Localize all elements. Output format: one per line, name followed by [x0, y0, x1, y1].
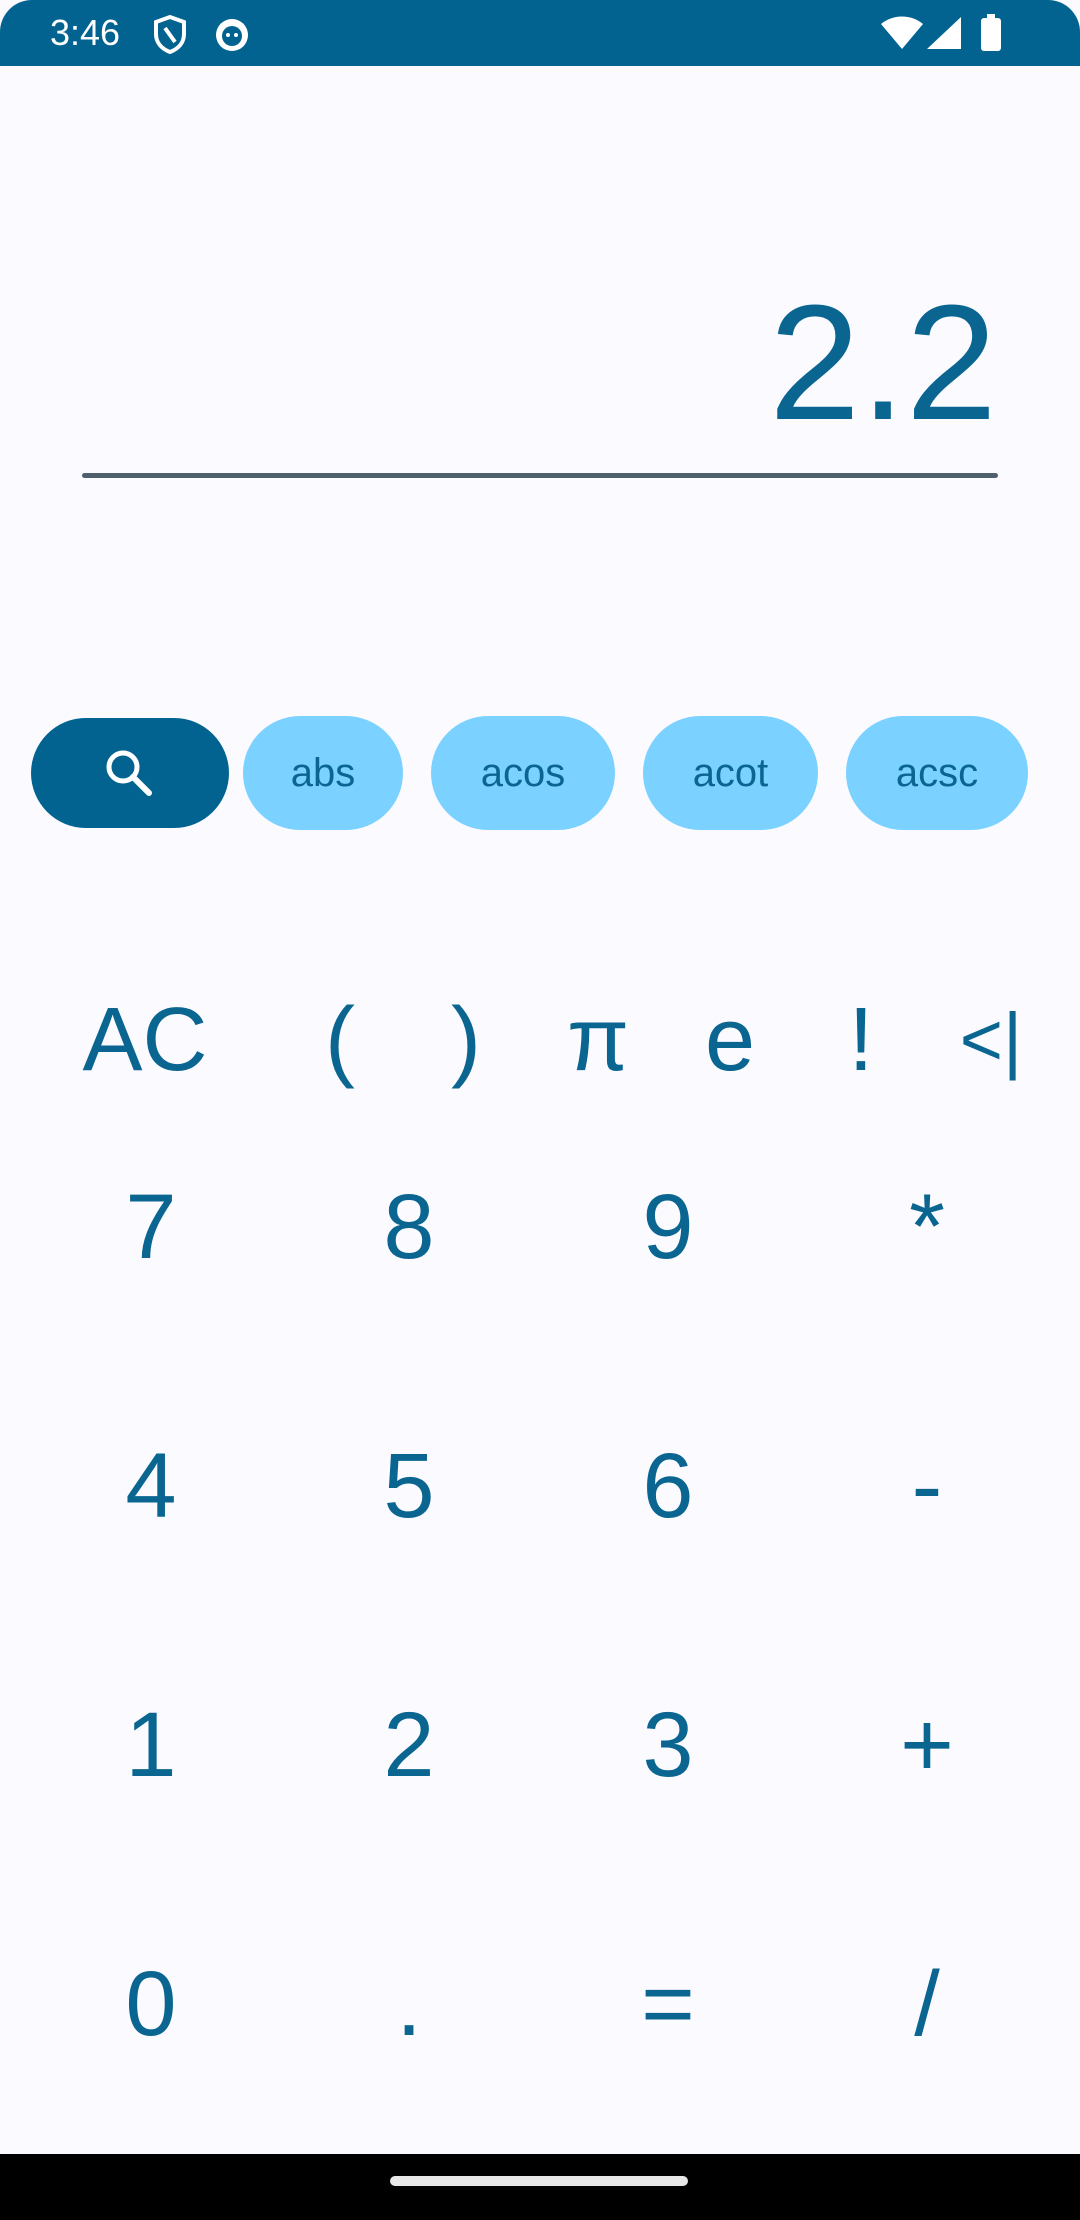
key-2[interactable]: 2 [280, 1616, 538, 1874]
battery-icon [980, 14, 1002, 56]
key-8[interactable]: 8 [280, 1098, 538, 1356]
key-7[interactable]: 7 [22, 1098, 280, 1356]
key-subtract[interactable]: - [798, 1357, 1056, 1615]
chip-acot[interactable]: acot [643, 716, 818, 830]
key-9[interactable]: 9 [539, 1098, 797, 1356]
close-paren-button[interactable]: ) [416, 980, 516, 1100]
key-divide[interactable]: / [798, 1875, 1056, 2133]
key-multiply[interactable]: * [798, 1098, 1056, 1356]
signal-icon [926, 16, 962, 54]
key-decimal[interactable]: . [280, 1875, 538, 2133]
key-6[interactable]: 6 [539, 1357, 797, 1615]
key-equals[interactable]: = [539, 1875, 797, 2133]
key-4[interactable]: 4 [22, 1357, 280, 1615]
clear-button[interactable]: AC [60, 980, 230, 1100]
status-time: 3:46 [50, 12, 121, 53]
function-row: AC ( ) π e ! <| [0, 980, 1080, 1100]
shield-icon [152, 14, 188, 58]
status-bar: 3:46 [0, 0, 1080, 66]
key-3[interactable]: 3 [539, 1616, 797, 1874]
chip-abs[interactable]: abs [243, 716, 403, 830]
result-display[interactable]: 2.2 [82, 280, 997, 445]
factorial-button[interactable]: ! [811, 980, 911, 1100]
navigation-bar [0, 2154, 1080, 2220]
home-handle[interactable] [390, 2176, 688, 2186]
cat-icon [212, 14, 252, 58]
key-5[interactable]: 5 [280, 1357, 538, 1615]
key-0[interactable]: 0 [22, 1875, 280, 2133]
chip-acos[interactable]: acos [431, 716, 615, 830]
wifi-icon [880, 16, 924, 54]
key-1[interactable]: 1 [22, 1616, 280, 1874]
key-add[interactable]: + [798, 1616, 1056, 1874]
function-chip-row: abs acos acot acsc [0, 716, 1080, 830]
open-paren-button[interactable]: ( [290, 980, 390, 1100]
e-button[interactable]: e [680, 980, 780, 1100]
backspace-button[interactable]: <| [936, 980, 1046, 1100]
display-underline [82, 473, 998, 478]
search-icon [106, 750, 152, 796]
chip-acsc[interactable]: acsc [846, 716, 1028, 830]
pi-button[interactable]: π [548, 980, 648, 1100]
search-button[interactable] [31, 718, 229, 828]
